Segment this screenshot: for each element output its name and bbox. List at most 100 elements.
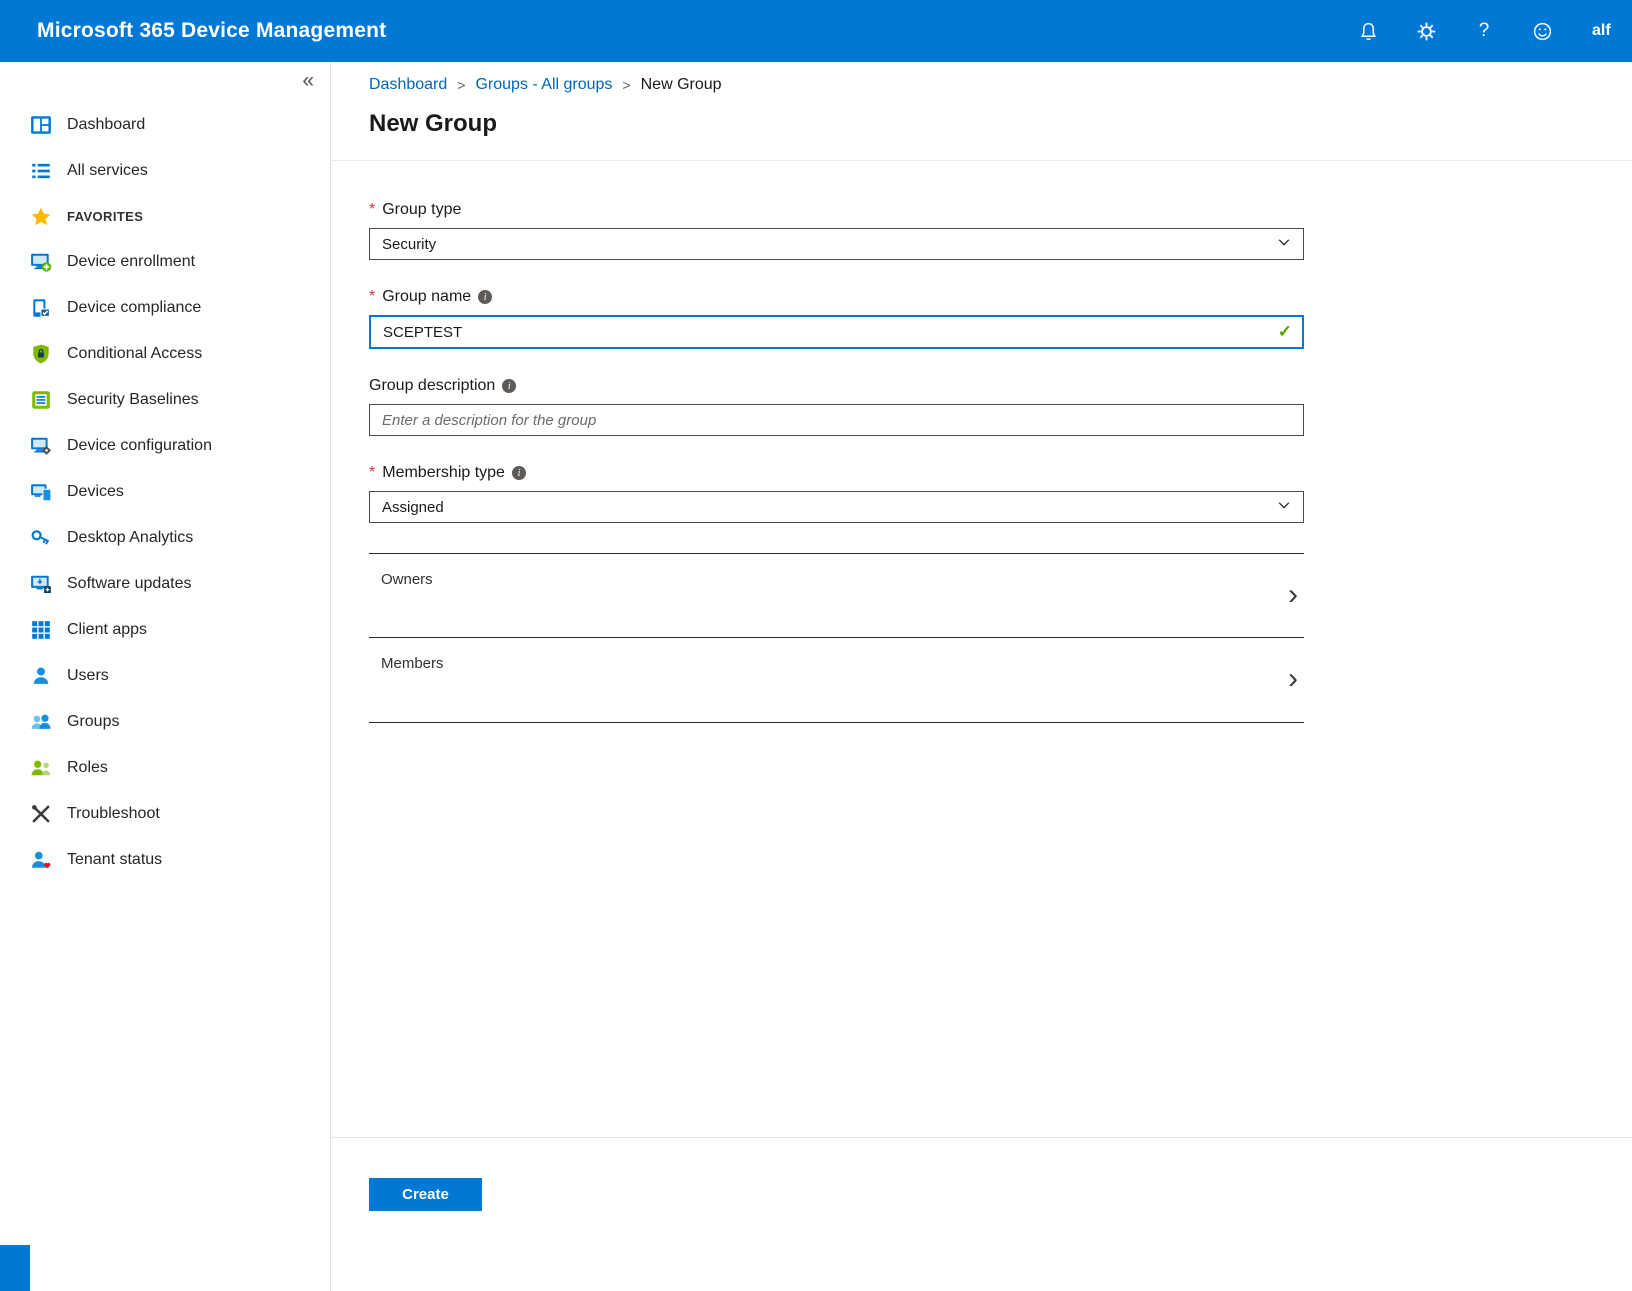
group-description-input-wrap <box>369 404 1304 436</box>
owners-label: Owners <box>381 571 433 588</box>
sidebar-item-troubleshoot[interactable]: Troubleshoot <box>0 791 330 837</box>
group-description-label: Group description i <box>369 377 1304 395</box>
field-label-text: Membership type <box>382 464 505 482</box>
breadcrumb-current: New Group <box>641 76 722 94</box>
membership-type-label: * Membership type i <box>369 464 1304 482</box>
sidebar-item-tenant-status[interactable]: Tenant status <box>0 837 330 883</box>
group-type-field: * Group type Security <box>369 201 1304 260</box>
all-services-icon <box>30 160 52 182</box>
sidebar-item-groups[interactable]: Groups <box>0 699 330 745</box>
sidebar-item-label: Device compliance <box>67 299 201 317</box>
group-description-input[interactable] <box>370 405 1303 435</box>
sidebar-item-label: Client apps <box>67 621 147 639</box>
notifications-bell-icon[interactable] <box>1354 17 1382 45</box>
sidebar-item-all-services[interactable]: All services <box>0 148 330 194</box>
sidebar-item-software-updates[interactable]: Software updates <box>0 561 330 607</box>
sidebar-item-label: Devices <box>67 483 124 501</box>
footer-divider <box>331 1137 1632 1138</box>
group-name-input[interactable] <box>371 317 1278 347</box>
field-label-text: Group name <box>382 288 471 306</box>
page-layout: « Dashboard All services FAVORITES <box>0 62 1632 1291</box>
main-content: Dashboard > Groups - All groups > New Gr… <box>331 62 1632 1291</box>
sidebar-item-device-compliance[interactable]: Device compliance <box>0 285 330 331</box>
help-icon[interactable]: ? <box>1470 17 1498 45</box>
desktop-analytics-icon <box>30 527 52 549</box>
group-name-label: * Group name i <box>369 288 1304 306</box>
owners-row[interactable]: Owners › <box>369 553 1304 638</box>
device-configuration-icon <box>30 435 52 457</box>
required-asterisk: * <box>369 201 375 219</box>
sidebar-collapse-button[interactable]: « <box>302 70 314 91</box>
required-asterisk: * <box>369 288 375 306</box>
info-icon[interactable]: i <box>502 379 516 393</box>
sidebar-item-label: All services <box>67 162 148 180</box>
feedback-smiley-icon[interactable] <box>1528 17 1556 45</box>
sidebar-item-desktop-analytics[interactable]: Desktop Analytics <box>0 515 330 561</box>
device-enrollment-icon <box>30 251 52 273</box>
sidebar-item-label: Security Baselines <box>67 391 199 409</box>
new-group-form: * Group type Security * Group name i <box>331 161 1304 723</box>
breadcrumb-dashboard[interactable]: Dashboard <box>369 76 447 94</box>
breadcrumb-groups-all-groups[interactable]: Groups - All groups <box>475 76 612 94</box>
group-type-label: * Group type <box>369 201 1304 219</box>
sidebar-item-conditional-access[interactable]: Conditional Access <box>0 331 330 377</box>
membership-type-value: Assigned <box>382 499 444 516</box>
sidebar-item-users[interactable]: Users <box>0 653 330 699</box>
sidebar-item-devices[interactable]: Devices <box>0 469 330 515</box>
groups-icon <box>30 711 52 733</box>
tenant-status-icon <box>30 849 52 871</box>
group-name-input-wrap: ✓ <box>369 315 1304 349</box>
chevron-right-icon: › <box>1288 579 1298 609</box>
sidebar-item-roles[interactable]: Roles <box>0 745 330 791</box>
conditional-access-icon <box>30 343 52 365</box>
info-icon[interactable]: i <box>512 466 526 480</box>
members-row[interactable]: Members › <box>369 638 1304 723</box>
sidebar-item-label: Users <box>67 667 109 685</box>
sidebar-item-label: Software updates <box>67 575 192 593</box>
membership-type-select[interactable]: Assigned <box>369 491 1304 523</box>
required-asterisk: * <box>369 464 375 482</box>
sidebar-item-dashboard[interactable]: Dashboard <box>0 102 330 148</box>
breadcrumb-separator-icon: > <box>622 77 630 93</box>
chevron-right-icon: › <box>1288 664 1298 694</box>
sidebar-item-label: Dashboard <box>67 116 145 134</box>
troubleshoot-icon <box>30 803 52 825</box>
sidebar-item-label: Tenant status <box>67 851 162 869</box>
device-compliance-icon <box>30 297 52 319</box>
top-bar-actions: ? alf <box>1354 17 1622 45</box>
top-bar: Microsoft 365 Device Management ? <box>0 0 1632 62</box>
settings-gear-icon[interactable] <box>1412 17 1440 45</box>
roles-icon <box>30 757 52 779</box>
info-icon[interactable]: i <box>478 290 492 304</box>
sidebar-section-label: FAVORITES <box>67 209 143 224</box>
group-type-value: Security <box>382 236 436 253</box>
sidebar-item-label: Device enrollment <box>67 253 195 271</box>
membership-type-field: * Membership type i Assigned <box>369 464 1304 523</box>
field-label-text: Group type <box>382 201 461 219</box>
sidebar-item-label: Groups <box>67 713 119 731</box>
group-name-field: * Group name i ✓ <box>369 288 1304 349</box>
sidebar-item-device-enrollment[interactable]: Device enrollment <box>0 239 330 285</box>
sidebar-item-client-apps[interactable]: Client apps <box>0 607 330 653</box>
sidebar: « Dashboard All services FAVORITES <box>0 62 331 1291</box>
create-button[interactable]: Create <box>369 1178 482 1211</box>
sidebar-item-label: Roles <box>67 759 108 777</box>
group-type-select[interactable]: Security <box>369 228 1304 260</box>
user-name[interactable]: alf <box>1592 22 1618 40</box>
field-label-text: Group description <box>369 377 495 395</box>
app-title: Microsoft 365 Device Management <box>37 19 386 43</box>
security-baselines-icon <box>30 389 52 411</box>
sidebar-section-favorites: FAVORITES <box>0 194 330 239</box>
devices-icon <box>30 481 52 503</box>
sidebar-item-label: Conditional Access <box>67 345 202 363</box>
software-updates-icon <box>30 573 52 595</box>
star-icon <box>30 206 52 228</box>
sidebar-item-label: Desktop Analytics <box>67 529 193 547</box>
chevron-down-icon <box>1277 498 1291 516</box>
bottom-left-accent <box>0 1245 30 1291</box>
sidebar-item-security-baselines[interactable]: Security Baselines <box>0 377 330 423</box>
group-description-field: Group description i <box>369 377 1304 436</box>
sidebar-item-device-configuration[interactable]: Device configuration <box>0 423 330 469</box>
sidebar-item-label: Device configuration <box>67 437 212 455</box>
breadcrumb: Dashboard > Groups - All groups > New Gr… <box>331 62 1632 94</box>
